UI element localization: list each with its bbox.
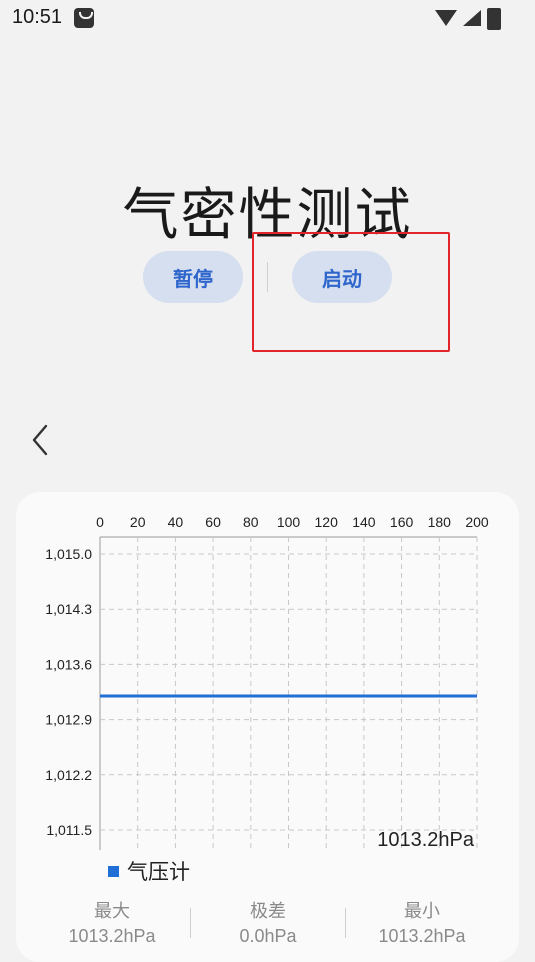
x-tick-label: 160: [390, 514, 414, 530]
stat-max: 最大 1013.2hPa: [32, 900, 192, 948]
x-tick-label: 60: [205, 514, 221, 530]
x-tick-label: 0: [96, 514, 104, 530]
stat-range-value: 0.0hPa: [239, 926, 297, 946]
stat-min-value: 1013.2hPa: [378, 926, 466, 946]
y-tick-label: 1,015.0: [45, 546, 92, 562]
legend-swatch: [108, 865, 119, 877]
legend-label: 气压计: [127, 860, 190, 884]
current-value-label: 1013.2hPa: [377, 829, 474, 851]
y-tick-label: 1,013.6: [45, 656, 92, 672]
stat-min: 最小 1013.2hPa: [342, 900, 502, 948]
x-tick-label: 100: [277, 514, 301, 530]
y-tick-label: 1,014.3: [45, 601, 92, 617]
y-tick-label: 1,012.2: [45, 767, 92, 783]
pressure-chart: 0 20 40 60 80 100 120 140 160 180 200 1,015.0 1,014.…: [45, 514, 489, 850]
x-tick-label: 140: [352, 514, 376, 530]
chart-legend: 气压计: [108, 856, 190, 886]
x-tick-label: 200: [465, 514, 489, 530]
x-tick-label: 120: [315, 514, 339, 530]
y-tick-label: 1,012.9: [45, 712, 92, 728]
x-tick-label: 180: [428, 514, 452, 530]
stat-range: 极差 0.0hPa: [188, 900, 348, 948]
stat-max-label: 最大: [94, 901, 130, 922]
x-tick-label: 80: [243, 514, 259, 530]
x-tick-label: 20: [130, 514, 146, 530]
stat-range-label: 极差: [250, 901, 286, 922]
stat-max-value: 1013.2hPa: [68, 926, 156, 946]
y-tick-label: 1,011.5: [46, 822, 92, 838]
stat-min-label: 最小: [404, 901, 440, 922]
x-tick-label: 40: [168, 514, 184, 530]
